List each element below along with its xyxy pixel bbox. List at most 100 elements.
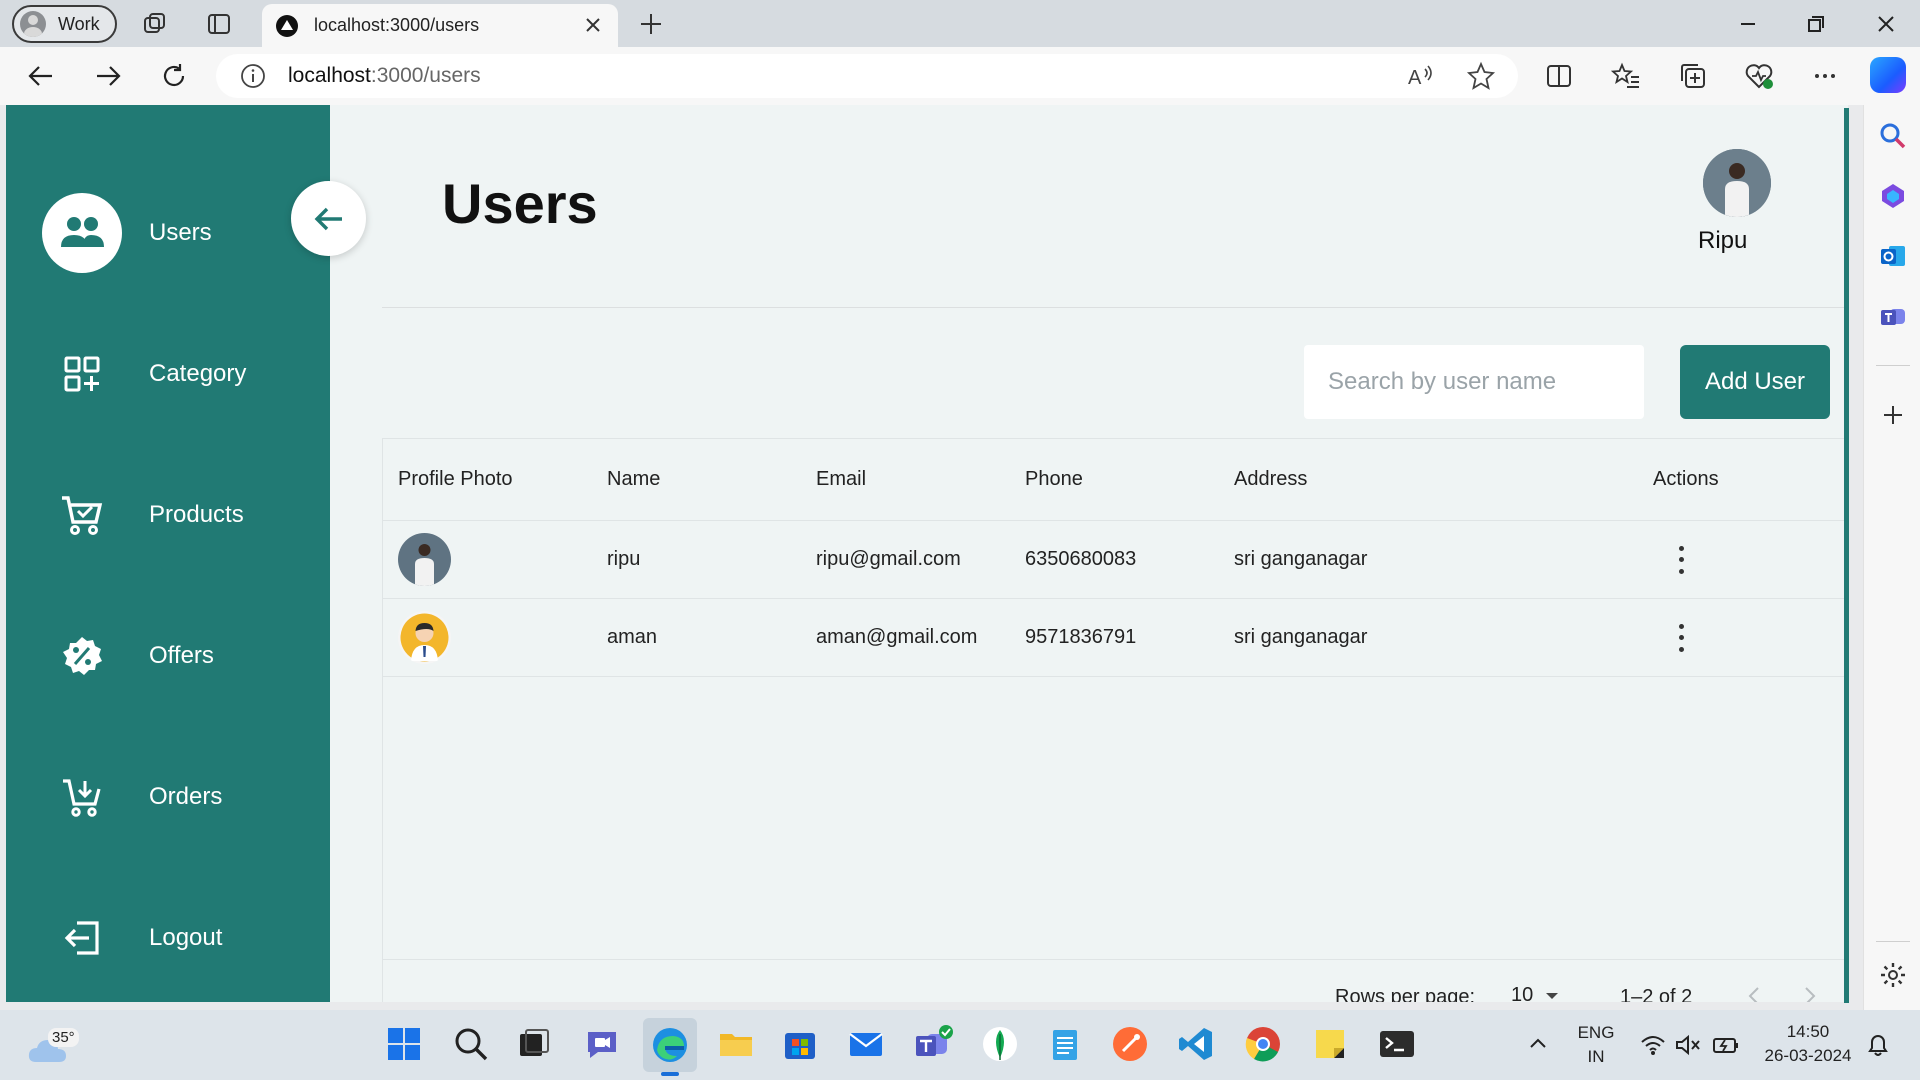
favorite-star-icon[interactable]: [1466, 61, 1496, 91]
refresh-icon[interactable]: [159, 61, 189, 91]
more-options-icon[interactable]: [1810, 61, 1840, 91]
search-icon[interactable]: [451, 1024, 491, 1064]
add-user-button[interactable]: Add User: [1680, 345, 1830, 419]
task-view-icon[interactable]: [514, 1024, 554, 1064]
battery-icon[interactable]: [1712, 1034, 1740, 1056]
table-row: aman aman@gmail.com 9571836791 sri ganga…: [383, 599, 1848, 677]
page-scrollbar[interactable]: [1844, 108, 1849, 1003]
url-host: localhost: [288, 64, 371, 87]
windows-taskbar: 35° ENG IN 14:50 26-03-2024: [0, 1010, 1920, 1080]
url-field[interactable]: localhost:3000/users: [216, 54, 1518, 98]
profile-button[interactable]: Work: [12, 5, 117, 43]
wifi-icon[interactable]: [1640, 1034, 1666, 1056]
mongodb-compass-icon[interactable]: [980, 1024, 1020, 1064]
app-sidebar: Users Category Products Offers Orders Lo…: [6, 105, 330, 1002]
m365-icon[interactable]: [1878, 181, 1908, 211]
column-header: Address: [1234, 468, 1308, 490]
edge-taskbar-button[interactable]: [643, 1018, 697, 1076]
language-code: ENG: [1577, 1023, 1615, 1042]
sidebar-item-orders[interactable]: Orders: [6, 752, 330, 842]
profile-photo-cell: [398, 599, 451, 676]
previous-page-icon[interactable]: [1747, 986, 1761, 1002]
notification-bell-icon[interactable]: [1866, 1032, 1890, 1058]
rows-per-page-value: 10: [1511, 984, 1534, 1002]
row-actions-button[interactable]: [1677, 599, 1685, 676]
close-tab-icon[interactable]: [582, 14, 604, 36]
profile-photo: [398, 533, 451, 586]
cart-icon: [42, 475, 122, 555]
copilot-icon[interactable]: [1870, 57, 1906, 93]
collections-icon[interactable]: [1678, 61, 1708, 91]
notepad-icon[interactable]: [1045, 1024, 1085, 1064]
row-actions-button[interactable]: [1677, 521, 1685, 598]
page-title: Users: [442, 172, 598, 235]
forward-icon[interactable]: [93, 61, 123, 91]
sidebar-item-offers[interactable]: Offers: [6, 611, 330, 701]
clock[interactable]: 14:50 26-03-2024: [1758, 1022, 1858, 1066]
read-aloud-icon[interactable]: A: [1406, 61, 1436, 91]
vscode-icon[interactable]: [1176, 1024, 1216, 1064]
sidebar-item-category[interactable]: Category: [6, 329, 330, 419]
workspaces-icon[interactable]: [142, 11, 168, 37]
tab-active[interactable]: localhost:3000/users: [262, 4, 618, 47]
site-favicon-icon: [276, 14, 298, 37]
windows-start-icon[interactable]: [384, 1024, 424, 1064]
column-header: Name: [607, 468, 661, 490]
language-indicator[interactable]: ENG IN: [1574, 1023, 1618, 1067]
cart-add-icon: [42, 757, 122, 837]
name-cell: aman: [607, 626, 658, 648]
app-page: Users Category Products Offers Orders Lo…: [6, 105, 1848, 1002]
browser-tab-bar: Work localhost:3000/users: [0, 0, 1920, 47]
tab-actions-icon[interactable]: [206, 11, 232, 37]
teams-icon[interactable]: [1878, 301, 1908, 331]
chevron-down-icon: [1546, 992, 1559, 999]
terminal-icon[interactable]: [1377, 1024, 1417, 1064]
next-page-icon[interactable]: [1803, 986, 1817, 1002]
arrow-left-icon: [314, 207, 342, 230]
date: 26-03-2024: [1764, 1046, 1852, 1065]
chrome-icon[interactable]: [1243, 1024, 1283, 1064]
sticky-notes-icon[interactable]: [1310, 1024, 1350, 1064]
new-tab-icon[interactable]: [638, 11, 664, 37]
url-path: :3000/users: [370, 64, 481, 87]
postman-icon[interactable]: [1110, 1024, 1150, 1064]
sidebar-item-logout[interactable]: Logout: [6, 893, 330, 983]
mail-icon[interactable]: [846, 1024, 886, 1064]
collapse-sidebar-button[interactable]: [291, 181, 366, 256]
time: 14:50: [1786, 1022, 1830, 1041]
sidebar-item-products[interactable]: Products: [6, 470, 330, 560]
more-vertical-icon: [1677, 623, 1685, 652]
back-icon[interactable]: [26, 61, 56, 91]
site-info-icon[interactable]: [240, 63, 266, 89]
chat-icon[interactable]: [582, 1024, 622, 1064]
temperature: 35°: [48, 1028, 79, 1047]
rows-per-page-select[interactable]: 10: [1511, 984, 1559, 1002]
restore-icon[interactable]: [1802, 10, 1830, 38]
close-window-icon[interactable]: [1872, 10, 1900, 38]
table-header-row: Profile Photo Name Email Phone Address A…: [383, 439, 1848, 521]
search-input[interactable]: [1304, 345, 1644, 419]
profile-label: Work: [58, 13, 100, 34]
teams-icon[interactable]: [913, 1024, 953, 1064]
category-grid-icon: [42, 334, 122, 414]
favorites-icon[interactable]: [1611, 61, 1641, 91]
user-avatar[interactable]: [1703, 149, 1771, 217]
minimize-icon[interactable]: [1734, 10, 1762, 38]
browser-essentials-icon[interactable]: [1744, 61, 1774, 91]
edge-icon: [653, 1028, 687, 1062]
sidebar-item-users[interactable]: Users: [6, 188, 330, 278]
search-icon[interactable]: [1878, 121, 1908, 151]
weather-widget[interactable]: 35°: [26, 1018, 86, 1068]
browser-address-bar: localhost:3000/users A: [0, 47, 1920, 105]
chevron-up-icon[interactable]: [1528, 1036, 1548, 1050]
svg-text:A: A: [1408, 67, 1422, 89]
email-cell: aman@gmail.com: [816, 626, 978, 648]
microsoft-store-icon[interactable]: [780, 1024, 820, 1064]
volume-muted-icon[interactable]: [1674, 1034, 1702, 1056]
sidebar-item-label: Logout: [149, 924, 223, 951]
settings-gear-icon[interactable]: [1878, 960, 1908, 990]
split-screen-icon[interactable]: [1544, 61, 1574, 91]
add-icon[interactable]: [1878, 400, 1908, 430]
file-explorer-icon[interactable]: [716, 1024, 756, 1064]
outlook-icon[interactable]: [1878, 241, 1908, 271]
